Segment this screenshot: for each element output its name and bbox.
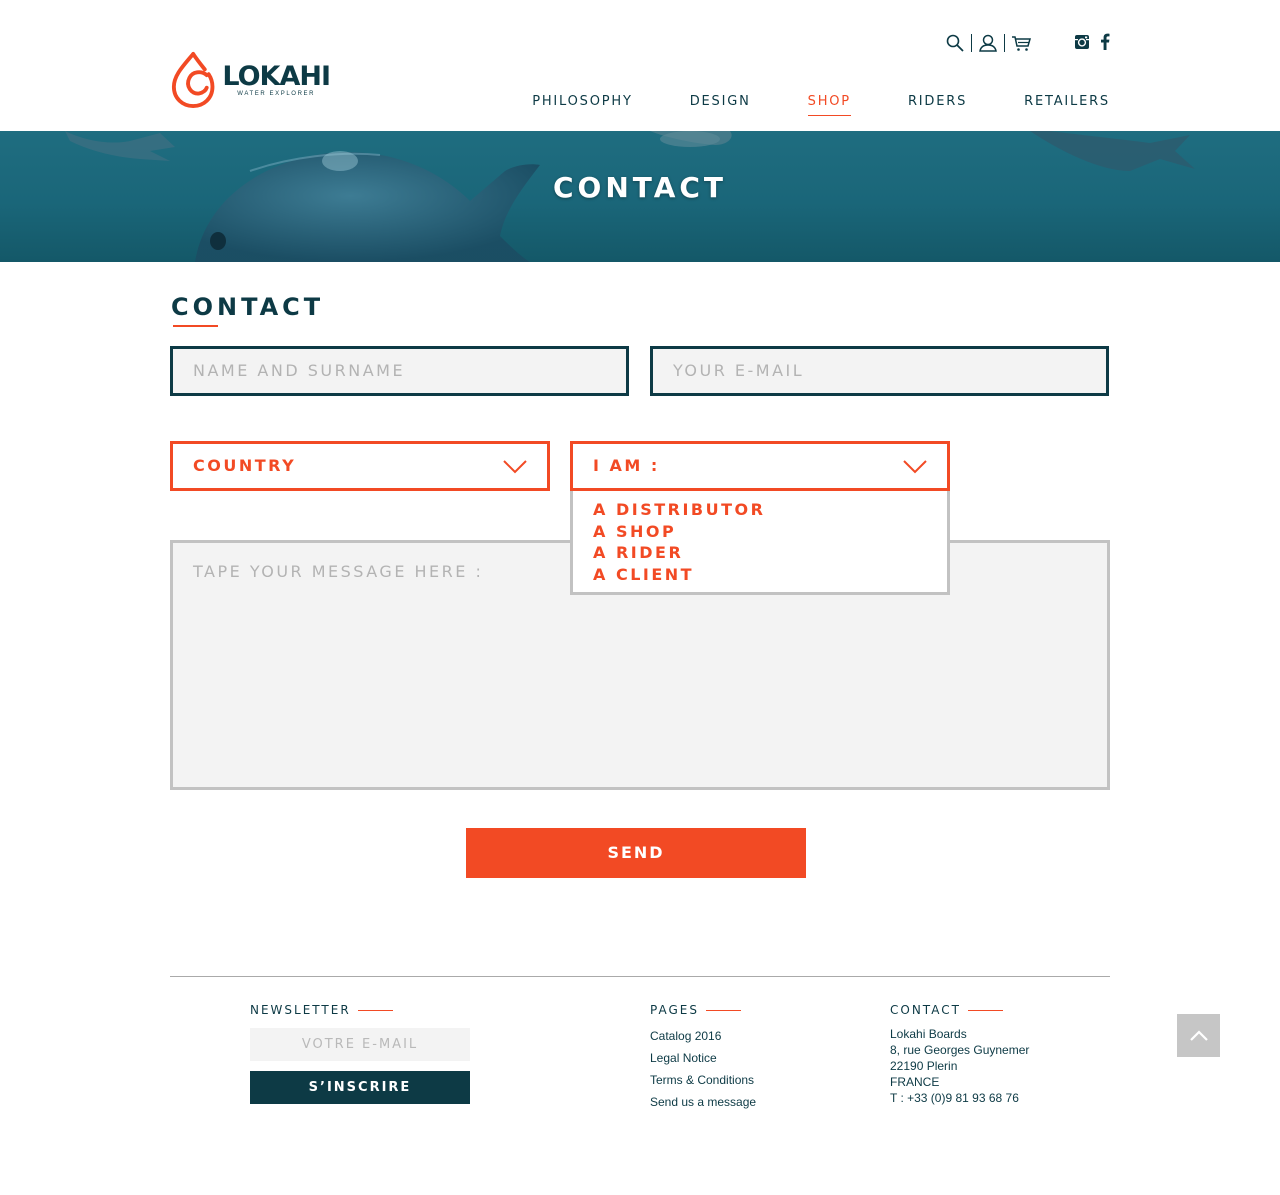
contact-line-country: FRANCE [890,1075,940,1089]
pages-title: PAGES [650,1003,741,1017]
logo-name: LOKAHI [222,61,331,92]
icon-separator [1004,34,1005,52]
cart-icon[interactable] [1010,32,1032,54]
iam-option-distributor[interactable]: A DISTRIBUTOR [573,499,947,521]
logo-drop-icon [171,52,215,108]
utility-icons [944,32,1032,54]
contact-line-company: Lokahi Boards [890,1027,967,1041]
site-header: LOKAHI WATER EXPLORER PHILOSOPHY DESIGN … [0,0,1280,131]
iam-option-shop[interactable]: A SHOP [573,521,947,543]
footer-contact-title-text: CONTACT [890,1003,961,1017]
chevron-down-icon [503,460,527,474]
footer-divider [170,976,1110,977]
footer-contact-title: CONTACT [890,1003,1003,1017]
iam-option-client[interactable]: A CLIENT [573,564,947,586]
search-icon[interactable] [944,32,966,54]
title-accent-line [705,1009,741,1011]
title-accent-line [967,1009,1003,1011]
footer-link-legal-notice[interactable]: Legal Notice [650,1047,756,1069]
chevron-up-icon [1189,1029,1208,1041]
nav-retailers[interactable]: RETAILERS [1024,94,1110,110]
main-nav: PHILOSOPHY DESIGN SHOP RIDERS RETAILERS [475,94,1110,116]
footer-link-terms[interactable]: Terms & Conditions [650,1069,756,1091]
send-button[interactable]: SEND [466,828,806,878]
pages-title-text: PAGES [650,1003,699,1017]
instagram-icon[interactable] [1074,34,1090,55]
pages-links: Catalog 2016 Legal Notice Terms & Condit… [650,1025,756,1113]
country-select[interactable]: COUNTRY [170,441,550,491]
footer-link-catalog[interactable]: Catalog 2016 [650,1025,756,1047]
nav-design[interactable]: DESIGN [690,94,751,110]
email-field[interactable]: YOUR E-MAIL [650,346,1109,396]
contact-address: Lokahi Boards 8, rue Georges Guynemer 22… [890,1026,1029,1106]
social-icons [1074,33,1110,55]
logo-text: LOKAHI WATER EXPLORER [222,61,331,98]
back-to-top-button[interactable] [1177,1014,1220,1057]
logo-tagline: WATER EXPLORER [237,91,316,97]
nav-shop[interactable]: SHOP [807,94,852,116]
nav-riders[interactable]: RIDERS [908,94,967,110]
contact-line-phone: T : +33 (0)9 81 93 68 76 [890,1091,1019,1105]
contact-line-city: 22190 Plerin [890,1059,958,1073]
chevron-down-icon [903,460,927,474]
contact-section-title: CONTACT [171,293,325,321]
footer-link-send-message[interactable]: Send us a message [650,1091,756,1113]
iam-select-label: I AM : [593,456,660,475]
name-field[interactable]: NAME AND SURNAME [170,346,629,396]
facebook-icon[interactable] [1100,33,1110,55]
nav-philosophy[interactable]: PHILOSOPHY [532,94,633,110]
title-accent-line [357,1009,393,1011]
hero-title: CONTACT [552,171,728,204]
newsletter-title: NEWSLETTER [250,1003,393,1017]
user-icon[interactable] [977,32,999,54]
title-underline [173,325,218,327]
logo[interactable]: LOKAHI WATER EXPLORER [170,50,331,110]
newsletter-title-text: NEWSLETTER [250,1003,351,1017]
subscribe-button[interactable]: S’INSCRIRE [250,1071,470,1104]
country-select-label: COUNTRY [193,456,297,475]
contact-line-street: 8, rue Georges Guynemer [890,1043,1030,1057]
iam-select[interactable]: I AM : [570,441,950,491]
newsletter-email-input[interactable]: VOTRE E-MAIL [250,1028,470,1061]
icon-separator [971,34,972,52]
hero-banner: CONTACT [0,131,1280,262]
iam-dropdown-menu: A DISTRIBUTOR A SHOP A RIDER A CLIENT [570,491,950,595]
iam-option-rider[interactable]: A RIDER [573,542,947,564]
